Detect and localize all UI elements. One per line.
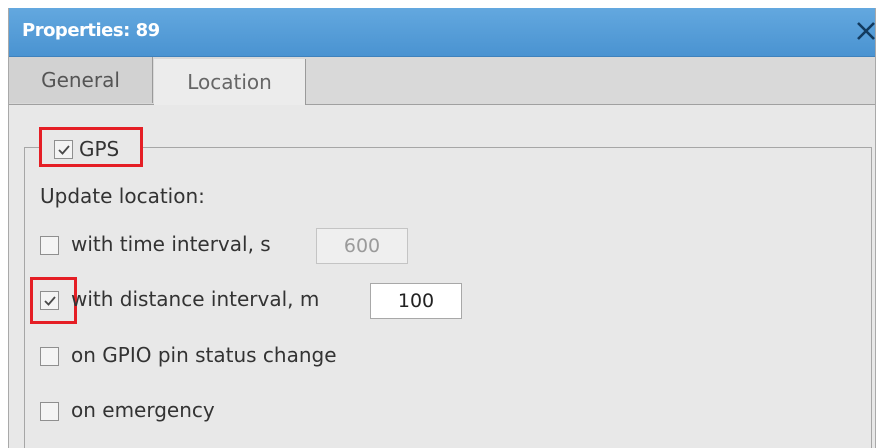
time-interval-label: with time interval, s (71, 232, 271, 256)
gpio-checkbox[interactable] (40, 347, 59, 366)
check-icon (58, 145, 70, 155)
check-icon (44, 296, 56, 306)
update-location-heading: Update location: (40, 184, 205, 208)
gpio-label: on GPIO pin status change (71, 343, 337, 367)
tab-general-label: General (41, 68, 120, 92)
close-button[interactable] (853, 18, 875, 46)
general-tab-content: GPS Update location: with time interval,… (9, 105, 875, 448)
distance-interval-field[interactable]: 100 (370, 283, 462, 319)
gps-label: GPS (79, 137, 120, 161)
distance-interval-checkbox[interactable] (40, 291, 59, 310)
window-title: Properties: 89 (22, 20, 160, 41)
tab-location[interactable]: Location (154, 59, 306, 106)
gps-checkbox[interactable] (54, 140, 73, 159)
emergency-label: on emergency (71, 398, 215, 422)
title-bar: Properties: 89 (9, 8, 875, 57)
distance-interval-label: with distance interval, m (71, 287, 320, 311)
time-interval-checkbox[interactable] (40, 236, 59, 255)
properties-window: Properties: 89 General Location GPS Upda… (8, 8, 876, 448)
tab-general[interactable]: General (9, 57, 153, 103)
time-interval-field[interactable]: 600 (316, 228, 408, 264)
tab-bar: General Location (9, 57, 875, 106)
close-icon (857, 22, 875, 40)
tab-location-label: Location (187, 70, 272, 94)
emergency-checkbox[interactable] (40, 402, 59, 421)
